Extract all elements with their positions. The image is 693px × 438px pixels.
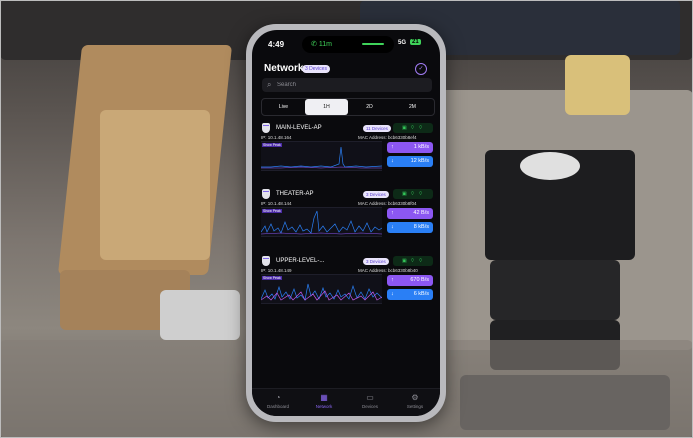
ethernet-icon: ▣ [402, 191, 408, 197]
mac-address: MAC Address: bcb6330b8b40 [358, 268, 418, 273]
search-bar[interactable]: ⌕ [262, 78, 432, 92]
wifi-icon: ⌔ [410, 191, 416, 197]
tab-dashboard[interactable]: ◔ Dashboard [258, 393, 298, 409]
ethernet-icon: ▣ [402, 258, 408, 264]
download-value: 8 kB/s [413, 224, 429, 230]
arrow-down-icon: ↓ [391, 224, 394, 230]
gear-icon: ⚙ [411, 393, 419, 402]
connected-devices-badge[interactable]: 3 Devices [363, 191, 389, 198]
tab-1h[interactable]: 1H [305, 99, 348, 115]
access-point-name: UPPER-LEVEL-... [276, 258, 325, 264]
upload-value: 42 B/s [413, 210, 429, 216]
tab-label: Devices [361, 404, 378, 409]
wifi-icon: ⌔ [410, 258, 416, 264]
battery-icon: 21 [410, 39, 421, 45]
ip-address: IP: 10.1.48.164 [261, 135, 292, 140]
access-point-name: THEATER-AP [276, 191, 314, 197]
checkmark-circle-icon[interactable]: ✓ [415, 63, 427, 75]
status-icons: ▣ ⌔ ⌔ [393, 256, 433, 266]
wifi-icon: ⌔ [418, 191, 424, 197]
access-point-name: MAIN-LEVEL-AP [276, 125, 322, 131]
tab-2d[interactable]: 2D [348, 99, 391, 115]
status-icons: ▣ ⌔ ⌔ [393, 123, 433, 133]
arrow-up-icon: ↑ [391, 277, 394, 283]
search-input[interactable] [277, 80, 417, 90]
call-activity-bar [362, 43, 384, 45]
status-time: 4:49 [268, 40, 285, 49]
arrow-down-icon: ↓ [391, 291, 394, 297]
tab-label: Network [315, 404, 333, 409]
wifi-icon: ⌔ [418, 258, 424, 264]
traffic-graph-lines [261, 146, 382, 169]
download-rate: ↓ 8 kB/s [387, 222, 433, 233]
access-point-icon [262, 256, 270, 266]
devices-icon: ▭ [366, 393, 374, 402]
search-icon: ⌕ [267, 80, 272, 89]
access-point-card[interactable]: UPPER-LEVEL-... 3 Devices ▣ ⌔ ⌔ IP: 10.1… [261, 256, 433, 316]
upload-value: 1 kB/s [413, 144, 429, 150]
mac-address: MAC Address: bcb6330b8ef4 [358, 135, 417, 140]
page-title: Network [264, 63, 304, 74]
access-point-icon [262, 189, 270, 199]
gauge-icon: ◔ [275, 393, 281, 402]
tab-2m[interactable]: 2M [391, 99, 434, 115]
traffic-graph: Show Peak [261, 207, 382, 237]
tab-label: Settings [406, 404, 424, 409]
tab-live[interactable]: Live [262, 99, 305, 115]
wifi-icon: ⌔ [410, 125, 416, 131]
ip-address: IP: 10.1.48.149 [261, 268, 292, 273]
connected-devices-badge[interactable]: 3 Devices [363, 258, 389, 265]
access-point-card[interactable]: MAIN-LEVEL-AP 11 Devices ▣ ⌔ ⌔ IP: 10.1.… [261, 123, 433, 183]
dynamic-island[interactable]: ✆ 11m [302, 36, 394, 53]
upload-value: 670 B/s [410, 277, 429, 283]
connected-devices-badge[interactable]: 11 Devices [363, 125, 391, 132]
network-icon: ▦ [320, 393, 328, 402]
arrow-up-icon: ↑ [391, 210, 394, 216]
traffic-graph-lines [261, 283, 382, 301]
traffic-graph: Show Peak [261, 141, 382, 171]
arrow-up-icon: ↑ [391, 144, 394, 150]
call-indicator: ✆ 11m [311, 40, 332, 48]
download-value: 6 kB/s [413, 291, 429, 297]
ip-address: IP: 10.1.48.144 [261, 201, 292, 206]
status-bar: 4:49 ✆ 11m 5G 21 [252, 30, 440, 56]
tab-network[interactable]: ▦ Network [304, 393, 344, 409]
upload-rate: ↑ 670 B/s [387, 275, 433, 286]
access-point-card[interactable]: THEATER-AP 3 Devices ▣ ⌔ ⌔ IP: 10.1.48.1… [261, 189, 433, 249]
traffic-graph: Show Peak [261, 274, 382, 304]
download-value: 12 kB/s [410, 158, 429, 164]
arrow-down-icon: ↓ [391, 158, 394, 164]
upload-rate: ↑ 1 kB/s [387, 142, 433, 153]
device-count-badge: 3 Devices [302, 65, 330, 73]
call-duration: 11m [318, 41, 332, 48]
status-icons: ▣ ⌔ ⌔ [393, 189, 433, 199]
download-rate: ↓ 6 kB/s [387, 289, 433, 300]
ethernet-icon: ▣ [402, 125, 408, 131]
access-point-icon [262, 123, 270, 133]
phone-screen: 4:49 ✆ 11m 5G 21 Network 3 Devices ✓ ⌕ L… [252, 30, 440, 416]
bottom-tab-bar: ◔ Dashboard ▦ Network ▭ Devices ⚙ Settin… [252, 388, 440, 416]
time-range-tabs: Live 1H 2D 2M [261, 98, 435, 116]
phone-icon: ✆ [311, 41, 317, 48]
tab-devices[interactable]: ▭ Devices [350, 393, 390, 409]
signal-icon: 5G [398, 40, 407, 46]
mac-address: MAC Address: bcb6330b8f04 [358, 201, 417, 206]
phone: 4:49 ✆ 11m 5G 21 Network 3 Devices ✓ ⌕ L… [246, 24, 446, 422]
traffic-graph-lines [261, 210, 382, 235]
tab-settings[interactable]: ⚙ Settings [395, 393, 435, 409]
tab-label: Dashboard [266, 404, 289, 409]
upload-rate: ↑ 42 B/s [387, 208, 433, 219]
wifi-icon: ⌔ [418, 125, 424, 131]
download-rate: ↓ 12 kB/s [387, 156, 433, 167]
